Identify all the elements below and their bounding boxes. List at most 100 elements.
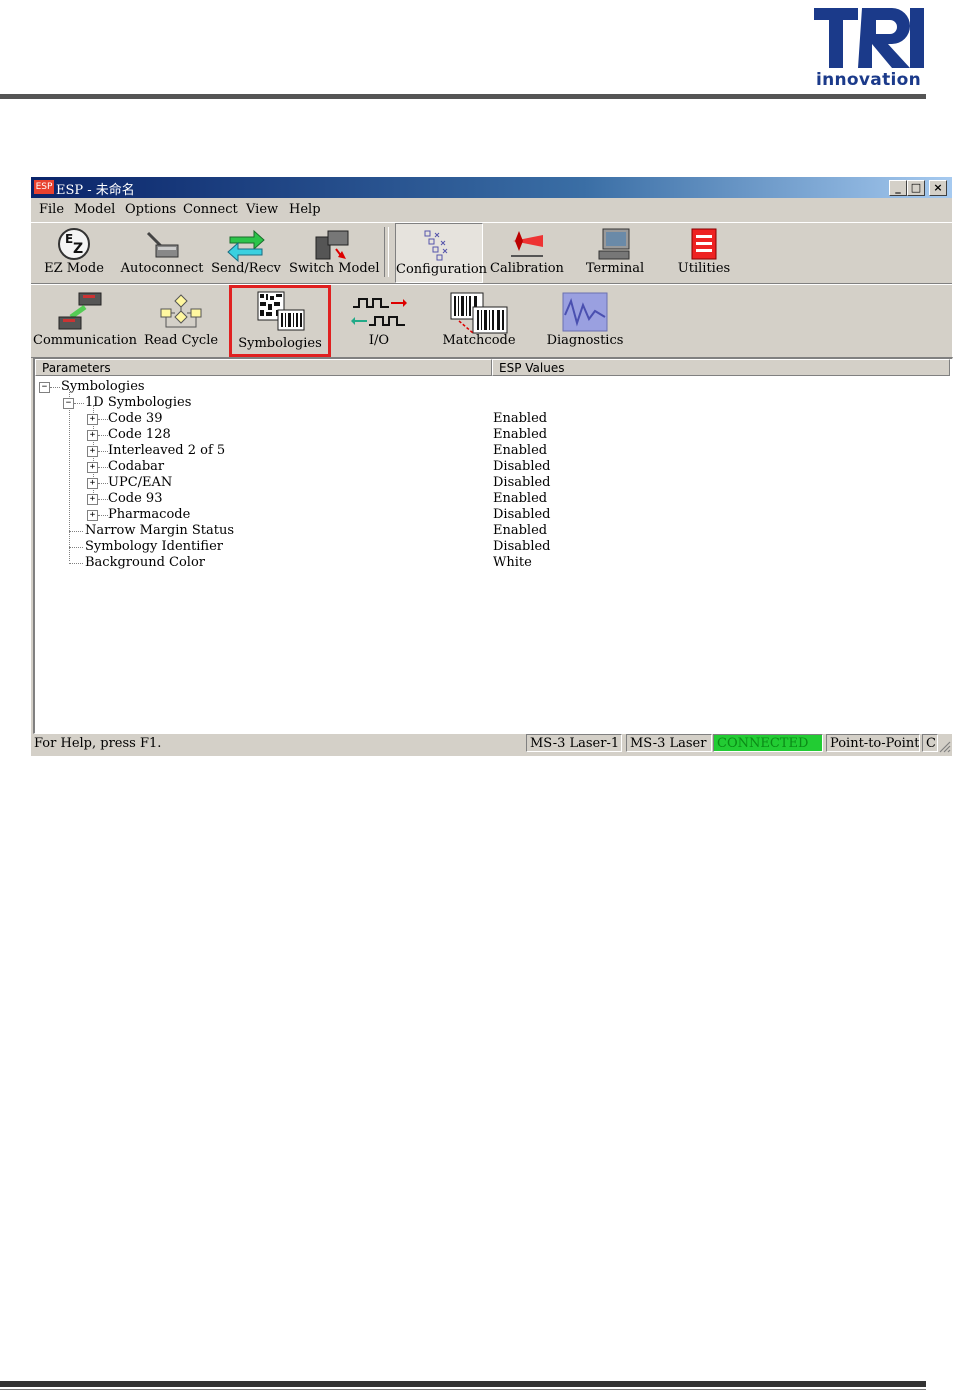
column-header-values[interactable]: ESP Values xyxy=(492,359,950,376)
toolbar-io[interactable]: I/O xyxy=(339,287,419,348)
tree-leaf[interactable]: Background Color White xyxy=(39,555,949,571)
tree-item[interactable]: + UPC/EAN Disabled xyxy=(39,475,949,491)
toolbar-label: Send/Recv xyxy=(211,261,281,276)
tree-node-group[interactable]: − 1D Symbologies xyxy=(39,395,479,411)
read-cycle-icon xyxy=(160,294,202,328)
menu-connect[interactable]: Connect xyxy=(183,202,238,217)
tree-item-value: Disabled xyxy=(493,475,551,490)
svg-text:E: E xyxy=(65,232,73,246)
io-icon xyxy=(351,298,407,326)
switch-model-icon xyxy=(315,230,349,260)
tri-logo-icon xyxy=(814,8,924,68)
status-model: MS-3 Laser-1 xyxy=(526,734,622,752)
tree-leaf-value: White xyxy=(493,555,532,570)
tree-connector xyxy=(98,499,108,500)
tree-item-label: Code 128 xyxy=(108,427,171,442)
calibration-icon xyxy=(511,231,543,257)
tree-leaf-value: Disabled xyxy=(493,539,551,554)
expand-toggle-icon[interactable]: + xyxy=(87,414,98,425)
header-divider xyxy=(0,94,926,99)
tree-leaf-value: Enabled xyxy=(493,523,548,538)
toolbar-calibration[interactable]: Calibration xyxy=(489,223,565,281)
tree-item-label: Codabar xyxy=(108,459,165,474)
menu-file[interactable]: File xyxy=(39,202,64,217)
status-connection: CONNECTED xyxy=(713,734,823,752)
utilities-icon xyxy=(691,228,717,260)
tree-leaf[interactable]: Symbology Identifier Disabled xyxy=(39,539,949,555)
toolbar-label: Autoconnect xyxy=(120,261,204,276)
symbologies-icon xyxy=(257,291,305,331)
autoconnect-icon xyxy=(146,231,179,258)
tree-item-label: UPC/EAN xyxy=(108,475,173,490)
expand-toggle-icon[interactable]: + xyxy=(87,478,98,489)
toolbar-ez-mode[interactable]: E Z EZ Mode xyxy=(39,223,109,281)
tree-item[interactable]: + Pharmacode Disabled xyxy=(39,507,949,523)
toolbar-label: Symbologies xyxy=(238,336,322,351)
expand-toggle-icon[interactable]: + xyxy=(87,462,98,473)
tree-connector xyxy=(98,451,108,452)
communication-icon xyxy=(58,292,102,330)
menu-bar: File Model Options Connect View Help xyxy=(31,199,952,221)
tree-connector xyxy=(98,515,108,516)
title-bar[interactable]: ESP ESP - 未命名 _ □ × xyxy=(31,177,952,198)
config-toolbar: Communication Read Cycle Symbologies I/O… xyxy=(31,284,952,358)
toolbar-autoconnect[interactable]: Autoconnect xyxy=(119,223,205,281)
matchcode-icon xyxy=(450,292,508,334)
tree-node-root[interactable]: − Symbologies xyxy=(39,379,479,395)
column-header-parameters[interactable]: Parameters xyxy=(35,359,492,376)
toolbar-configuration[interactable]: Configuration xyxy=(395,223,488,283)
tree-item-label: Code 93 xyxy=(108,491,163,506)
minimize-button[interactable]: _ xyxy=(889,180,907,196)
close-button[interactable]: × xyxy=(929,180,947,196)
toolbar-matchcode[interactable]: Matchcode xyxy=(433,287,525,348)
maximize-button[interactable]: □ xyxy=(907,180,925,196)
status-extra: C xyxy=(922,734,938,752)
menu-options[interactable]: Options xyxy=(125,202,176,217)
resize-grip-icon[interactable] xyxy=(938,740,951,753)
toolbar-separator xyxy=(384,227,389,277)
collapse-toggle-icon[interactable]: − xyxy=(63,398,74,409)
tree-item[interactable]: + Codabar Disabled xyxy=(39,459,949,475)
footer-divider xyxy=(0,1381,926,1387)
diagnostics-icon xyxy=(562,292,608,332)
esp-window: ESP ESP - 未命名 _ □ × File Model Options C… xyxy=(31,177,953,756)
expand-toggle-icon[interactable]: + xyxy=(87,510,98,521)
menu-view[interactable]: View xyxy=(246,202,278,217)
toolbar-symbologies[interactable]: Symbologies xyxy=(229,285,331,357)
tree-item[interactable]: + Code 93 Enabled xyxy=(39,491,949,507)
toolbar-label: Calibration xyxy=(490,261,564,276)
toolbar-terminal[interactable]: Terminal xyxy=(579,223,651,281)
tree-connector xyxy=(98,483,108,484)
toolbar-send-recv[interactable]: Send/Recv xyxy=(211,223,281,281)
company-logo: innovation xyxy=(810,4,928,92)
parameters-tree-panel[interactable]: Parameters ESP Values − Symbologies − 1D… xyxy=(33,357,953,734)
logo-text: innovation xyxy=(816,70,921,90)
tree-connector xyxy=(69,547,83,548)
toolbar-label: Communication xyxy=(33,333,137,348)
toolbar-label: Read Cycle xyxy=(143,333,219,348)
toolbar-diagnostics[interactable]: Diagnostics xyxy=(537,287,633,348)
toolbar-read-cycle[interactable]: Read Cycle xyxy=(139,287,223,348)
expand-toggle-icon[interactable]: + xyxy=(87,446,98,457)
tree-leaf-label: Background Color xyxy=(85,555,205,570)
toolbar-utilities[interactable]: Utilities xyxy=(671,223,737,281)
collapse-toggle-icon[interactable]: − xyxy=(39,382,50,393)
tree-item[interactable]: + Code 39 Enabled xyxy=(39,411,949,427)
menu-help[interactable]: Help xyxy=(289,202,321,217)
status-mode: Point-to-Point xyxy=(826,734,920,752)
tree-node-label: 1D Symbologies xyxy=(85,395,192,410)
tree-leaf[interactable]: Narrow Margin Status Enabled xyxy=(39,523,949,539)
tree-item[interactable]: + Interleaved 2 of 5 Enabled xyxy=(39,443,949,459)
expand-toggle-icon[interactable]: + xyxy=(87,494,98,505)
tree-connector xyxy=(50,387,60,388)
menu-model[interactable]: Model xyxy=(74,202,115,217)
tree-item[interactable]: + Code 128 Enabled xyxy=(39,427,949,443)
toolbar-label: EZ Mode xyxy=(44,261,104,276)
expand-toggle-icon[interactable]: + xyxy=(87,430,98,441)
toolbar-communication[interactable]: Communication xyxy=(33,287,137,348)
tree-item-value: Enabled xyxy=(493,427,548,442)
tree-item-label: Code 39 xyxy=(108,411,163,426)
toolbar-switch-model[interactable]: Switch Model xyxy=(289,223,380,281)
toolbar-label: Configuration xyxy=(396,262,488,277)
main-toolbar: E Z EZ Mode Autoconnect Send/Recv Switch… xyxy=(31,222,952,284)
